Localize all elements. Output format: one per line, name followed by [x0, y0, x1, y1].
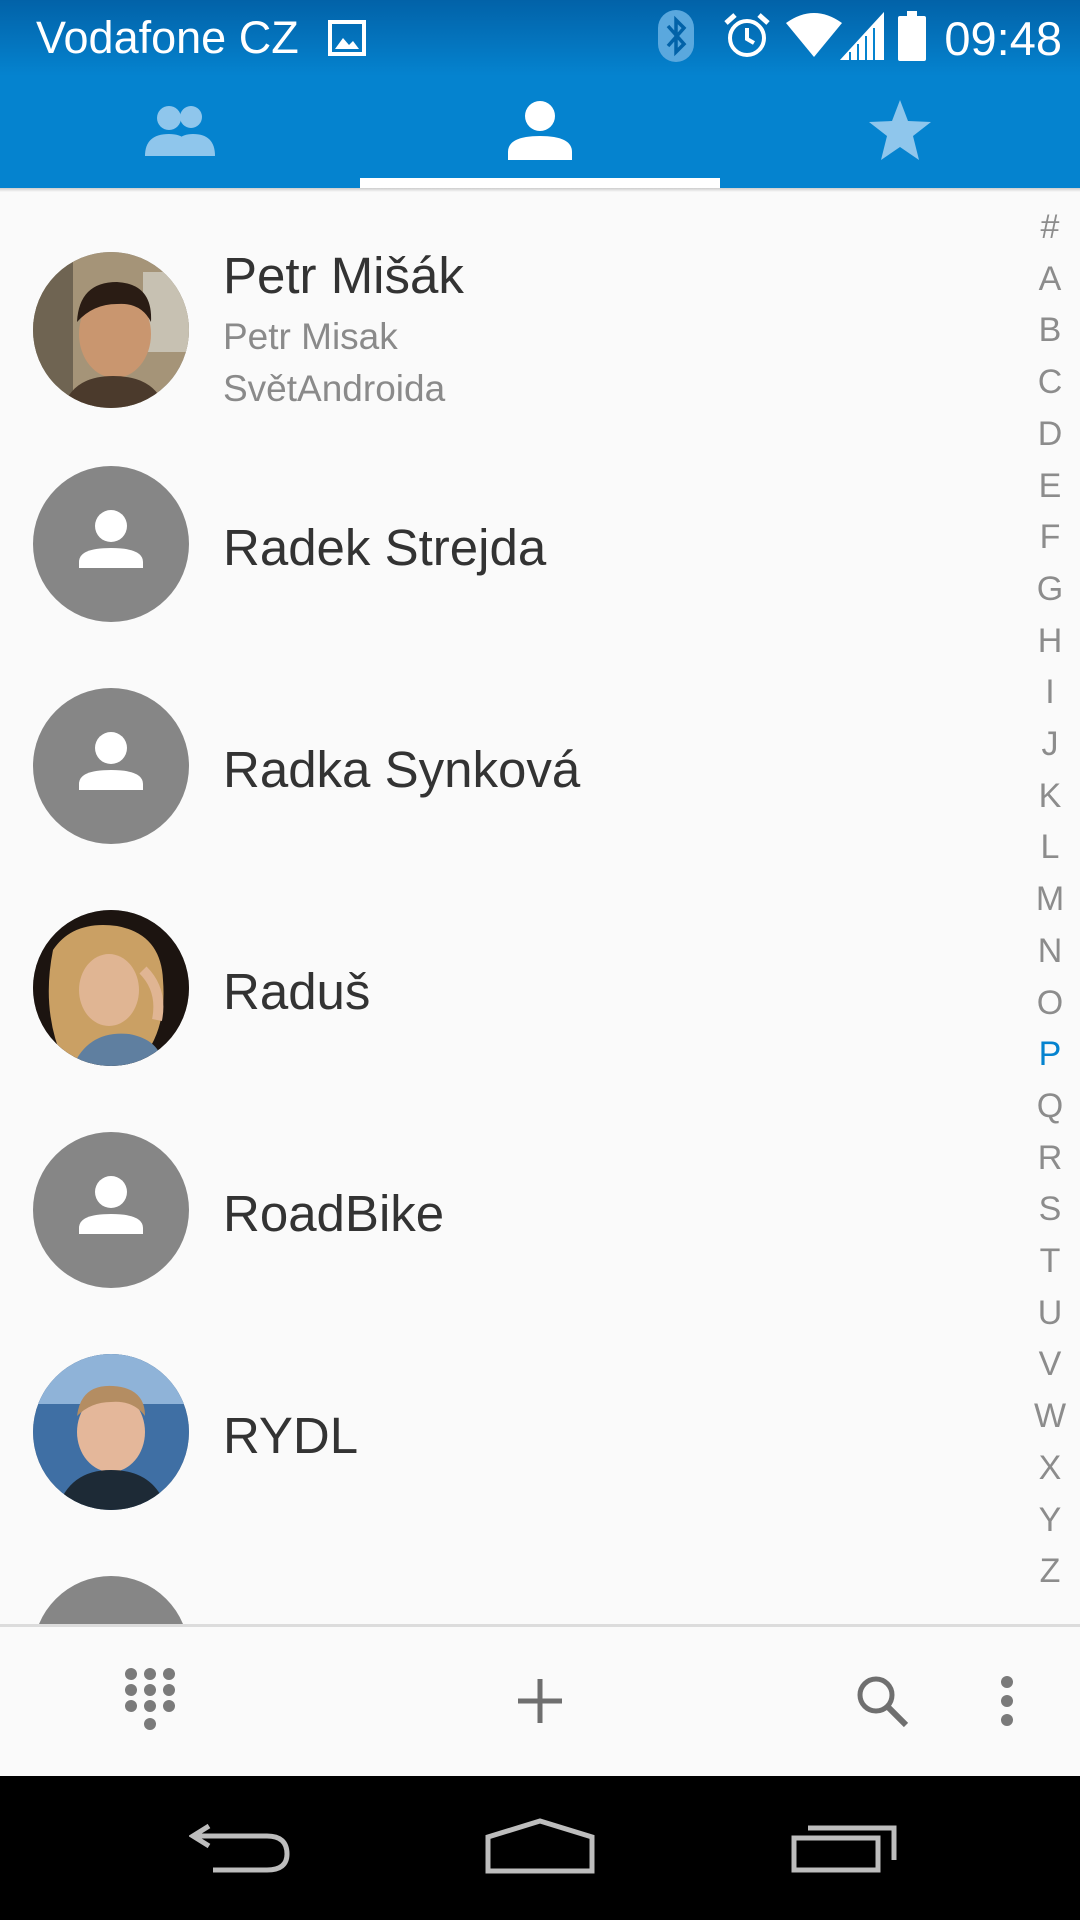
- index-letter[interactable]: #: [1030, 208, 1070, 247]
- add-contact-button[interactable]: [480, 1627, 600, 1779]
- index-letter[interactable]: L: [1030, 828, 1070, 867]
- home-icon: [484, 1817, 596, 1880]
- contact-row[interactable]: Petr Mišák Petr Misak SvětAndroida: [0, 192, 1010, 414]
- image-icon: [328, 20, 366, 61]
- index-letter[interactable]: J: [1030, 725, 1070, 764]
- contact-list[interactable]: Petr Mišák Petr Misak SvětAndroida Radek…: [0, 192, 1010, 1624]
- contact-name: Raduš: [223, 963, 371, 1020]
- contact-row[interactable]: Radka Synková: [0, 636, 1010, 858]
- person-icon: [79, 510, 143, 568]
- contact-detail: Petr Misak: [223, 316, 398, 357]
- tab-favorites[interactable]: [720, 76, 1080, 188]
- add-icon: [518, 1678, 562, 1728]
- index-letter[interactable]: H: [1030, 622, 1070, 661]
- recents-button[interactable]: [764, 1776, 924, 1920]
- back-icon: [188, 1818, 291, 1879]
- index-letter[interactable]: Y: [1030, 1501, 1070, 1540]
- index-letter[interactable]: I: [1030, 673, 1070, 712]
- index-letter[interactable]: M: [1030, 880, 1070, 919]
- index-letter[interactable]: K: [1030, 777, 1070, 816]
- contact-account: SvětAndroida: [223, 368, 446, 409]
- contact-row[interactable]: [0, 1524, 1010, 1624]
- index-letter[interactable]: R: [1030, 1139, 1070, 1178]
- default-avatar: [33, 688, 189, 844]
- contact-name: Radek Strejda: [223, 519, 547, 576]
- tab-all-contacts[interactable]: [360, 76, 720, 188]
- index-letter[interactable]: O: [1030, 984, 1070, 1023]
- alarm-icon: [722, 11, 772, 66]
- status-bar: Vodafone CZ 09:48: [0, 0, 1080, 76]
- system-nav-bar: [0, 1776, 1080, 1920]
- contact-name: Petr Mišák: [223, 247, 464, 304]
- bluetooth-icon: [656, 9, 696, 67]
- clock: 09:48: [944, 11, 1062, 65]
- index-letter[interactable]: V: [1030, 1345, 1070, 1384]
- person-icon: [79, 732, 143, 790]
- index-letter[interactable]: B: [1030, 311, 1070, 350]
- index-letter[interactable]: Q: [1030, 1087, 1070, 1126]
- search-icon: [854, 1673, 910, 1734]
- person-icon: [508, 100, 572, 165]
- index-letter[interactable]: A: [1030, 260, 1070, 299]
- tab-groups[interactable]: [0, 76, 360, 188]
- contact-photo: [33, 1354, 189, 1510]
- index-letter[interactable]: G: [1030, 570, 1070, 609]
- person-icon: [79, 1176, 143, 1234]
- index-letter[interactable]: F: [1030, 518, 1070, 557]
- index-letter[interactable]: P: [1030, 1035, 1070, 1074]
- overflow-menu-button[interactable]: [972, 1627, 1080, 1779]
- contact-row[interactable]: RYDL: [0, 1302, 1010, 1524]
- home-button[interactable]: [460, 1776, 620, 1920]
- tab-bar: [0, 76, 1080, 188]
- contact-row[interactable]: Raduš: [0, 858, 1010, 1080]
- groups-icon: [145, 104, 215, 161]
- back-button[interactable]: [160, 1776, 320, 1920]
- contact-photo: [33, 252, 189, 408]
- contact-name: RYDL: [223, 1407, 359, 1464]
- carrier-name: Vodafone CZ: [36, 12, 299, 63]
- index-letter[interactable]: C: [1030, 363, 1070, 402]
- recents-icon: [790, 1818, 898, 1879]
- contact-name: Radka Synková: [223, 741, 581, 798]
- bottom-action-bar: [0, 1624, 1080, 1779]
- dialpad-button[interactable]: [90, 1627, 210, 1779]
- index-letter[interactable]: X: [1030, 1449, 1070, 1488]
- index-letter[interactable]: D: [1030, 415, 1070, 454]
- contact-name: RoadBike: [223, 1185, 445, 1242]
- index-letter[interactable]: U: [1030, 1294, 1070, 1333]
- index-letter[interactable]: Z: [1030, 1552, 1070, 1591]
- star-icon: [869, 99, 931, 165]
- index-letter[interactable]: S: [1030, 1190, 1070, 1229]
- battery-icon: [898, 10, 927, 66]
- cell-signal-icon: [840, 11, 885, 65]
- index-letter[interactable]: E: [1030, 467, 1070, 506]
- default-avatar: [33, 1132, 189, 1288]
- wifi-icon: [786, 12, 843, 64]
- dialpad-icon: [124, 1667, 176, 1740]
- contact-photo: [33, 910, 189, 1066]
- contact-row[interactable]: Radek Strejda: [0, 414, 1010, 636]
- search-button[interactable]: [822, 1627, 942, 1779]
- overflow-menu-icon: [999, 1675, 1015, 1732]
- contact-row[interactable]: RoadBike: [0, 1080, 1010, 1302]
- default-avatar: [33, 466, 189, 622]
- index-letter[interactable]: T: [1030, 1242, 1070, 1281]
- index-letter[interactable]: W: [1030, 1397, 1070, 1436]
- default-avatar: [33, 1576, 189, 1624]
- selected-tab-indicator: [360, 178, 720, 188]
- index-letter[interactable]: N: [1030, 932, 1070, 971]
